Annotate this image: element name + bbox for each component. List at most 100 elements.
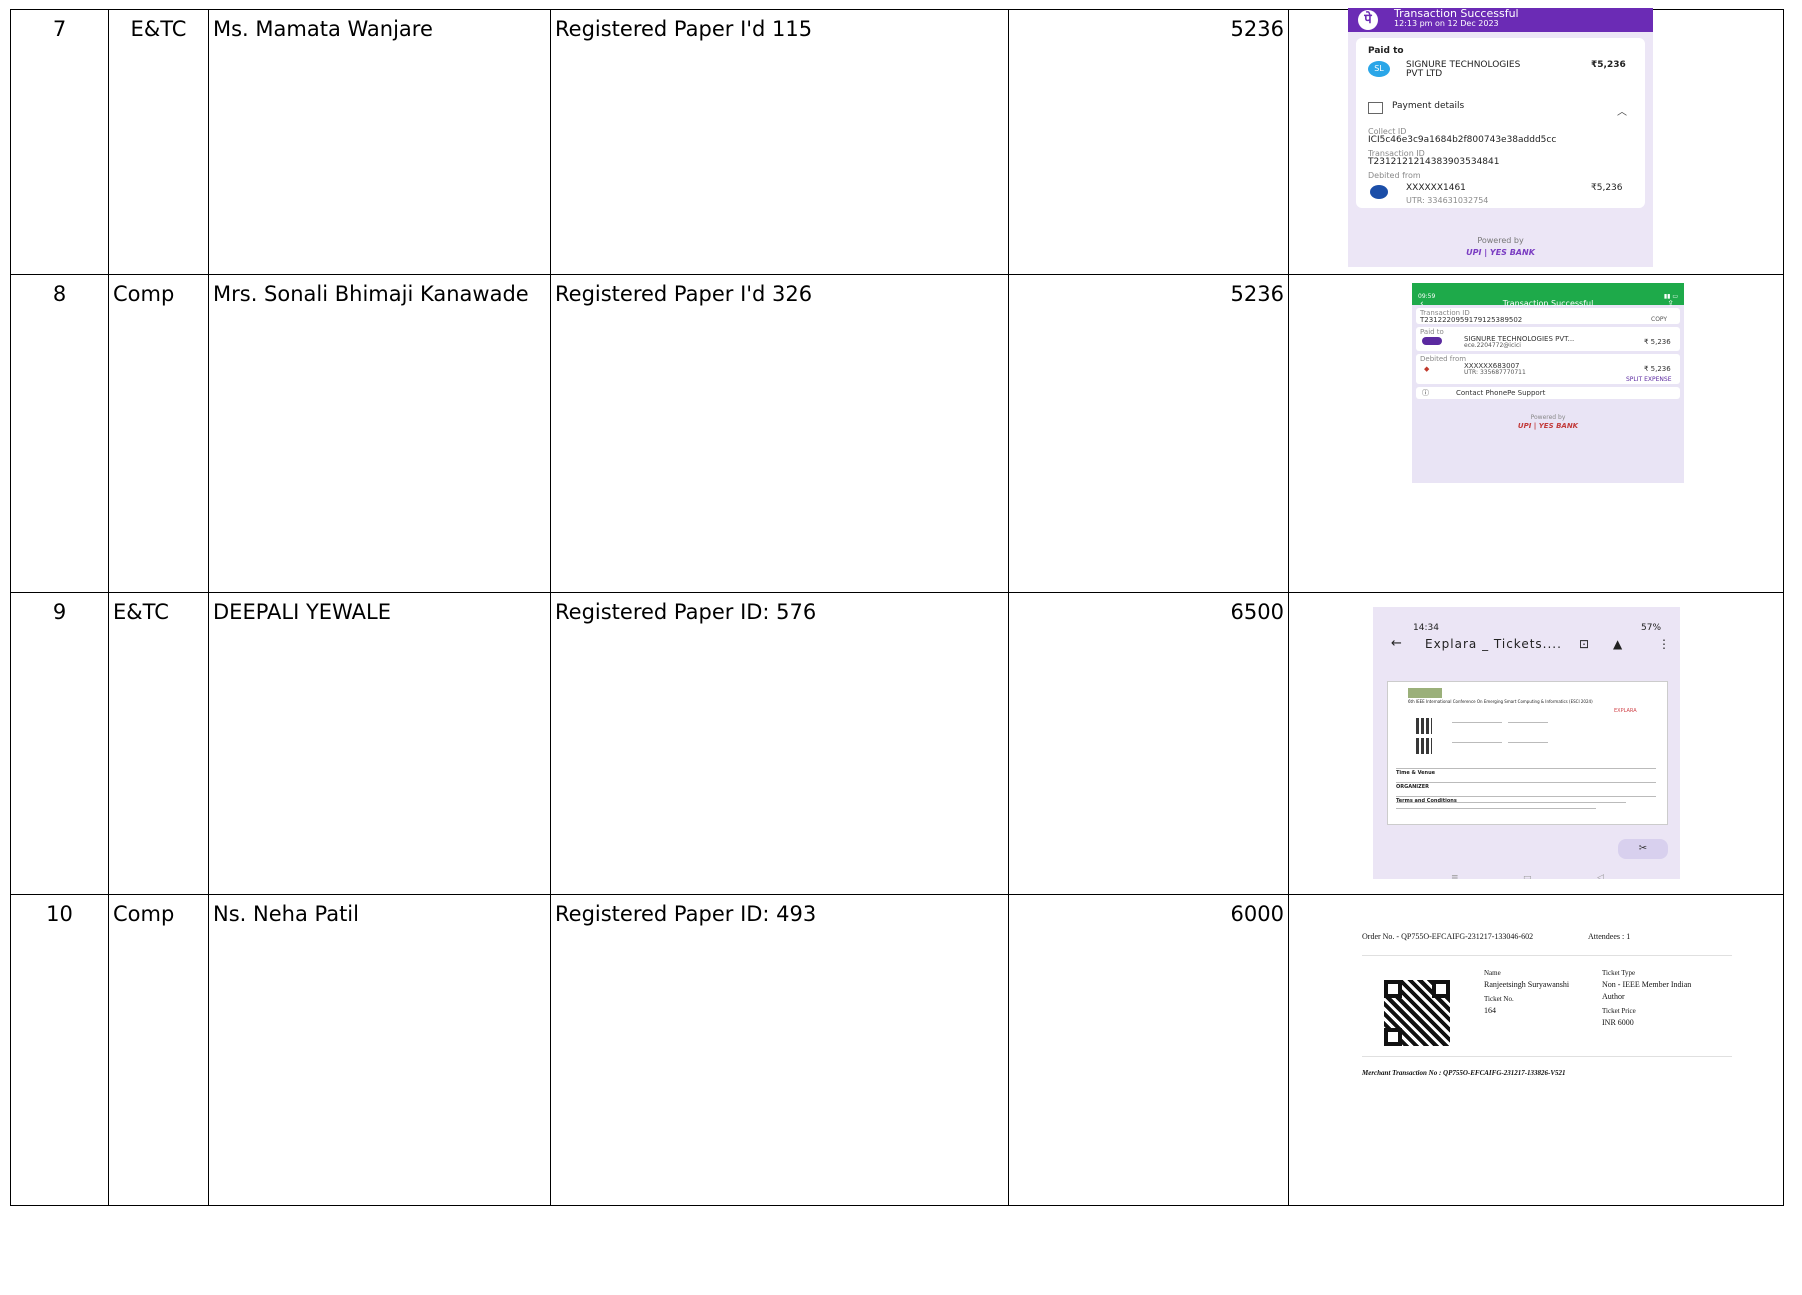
department: E&TC [108, 9, 209, 275]
utr-number: UTR: 335687770711 [1464, 369, 1526, 376]
ticket-line [1508, 722, 1548, 723]
payee-vpa: ece.2204772@icici [1464, 342, 1521, 349]
debited-amount: ₹5,236 [1591, 183, 1623, 193]
ticket-line [1396, 768, 1656, 769]
payee-amount: ₹5,236 [1591, 60, 1626, 70]
debited-from-label: Debited from [1420, 355, 1467, 363]
paid-to-label: Paid to [1420, 328, 1444, 336]
attendees: Attendees : 1 [1588, 932, 1631, 941]
payee-avatar: SL [1368, 61, 1390, 77]
payee-amount: ₹ 5,236 [1644, 338, 1671, 346]
transaction-block: Transaction ID T2312220959179125389502 C… [1416, 308, 1680, 324]
payment-screenshot-cell: पे Transaction Successful 12:13 pm on 12… [1288, 8, 1784, 275]
receipt-header: 09:59 ▮▮ ▭ ‹ Transaction Successful ⇪ [1412, 283, 1684, 309]
amount: 5236 [1008, 274, 1289, 593]
receipt-icon [1368, 102, 1383, 114]
more-icon: ⋮ [1658, 637, 1670, 651]
transaction-id: T2312220959179125389502 [1420, 316, 1523, 324]
amount: 6500 [1008, 592, 1289, 895]
phonepe-receipt: पे Transaction Successful 12:13 pm on 12… [1348, 8, 1653, 267]
paper-id: Registered Paper I'd 326 [550, 274, 1009, 593]
explara-logo: EXPLARA [1614, 708, 1637, 714]
order-receipt: Order No. - QP755O-EFCAIFG-231217-133046… [1362, 932, 1732, 1132]
ticket-line [1396, 796, 1656, 797]
conference-banner-icon [1408, 688, 1442, 698]
qr-code-icon [1416, 738, 1432, 754]
bank-icon [1370, 185, 1388, 199]
qr-code-icon [1384, 980, 1450, 1046]
participant-name: Mrs. Sonali Bhimaji Kanawade [208, 274, 551, 593]
upi-logo: UPI | YES BANK [1466, 248, 1535, 257]
support-link: Contact PhonePe Support [1456, 389, 1546, 397]
ticket-price: INR 6000 [1602, 1018, 1634, 1027]
payment-screenshot-cell: 09:59 ▮▮ ▭ ‹ Transaction Successful ⇪ Tr… [1288, 274, 1784, 593]
ticket-number: 164 [1484, 1006, 1496, 1015]
table-row: 9 E&TC DEEPALI YEWALE Registered Paper I… [10, 592, 1784, 895]
ticket-line [1508, 742, 1548, 743]
conference-title: 6th IEEE International Conference On Eme… [1408, 699, 1593, 704]
attendee-name: Ranjeetsingh Suryawanshi [1484, 980, 1570, 989]
paper-id: Registered Paper ID: 493 [550, 894, 1009, 1206]
phonepe-logo-icon: पे [1358, 10, 1378, 30]
ticket-no-label: Ticket No. [1484, 995, 1514, 1003]
participant-name: Ms. Mamata Wanjare [208, 9, 551, 275]
debited-from-label: Debited from [1368, 171, 1421, 180]
explara-ticket-screenshot: 14:34 57% ← Explara _ Tickets.... ⊡ ▲ ⋮ … [1373, 607, 1680, 879]
order-number: Order No. - QP755O-EFCAIFG-231217-133046… [1362, 932, 1534, 941]
nav-recent-icon: ≡ [1451, 873, 1459, 879]
ticket-line [1396, 808, 1596, 809]
payment-details-label: Payment details [1392, 101, 1465, 111]
account-number: XXXXXX1461 [1406, 183, 1466, 193]
utr-number: UTR: 334631032754 [1406, 196, 1489, 205]
ticket-line [1452, 722, 1502, 723]
upi-logo: UPI | YES BANK [1517, 422, 1579, 430]
back-arrow-icon: ← [1391, 636, 1402, 651]
department: Comp [108, 894, 209, 1206]
screenshot-icon: ⊡ [1579, 637, 1590, 651]
payee-name-2: PVT LTD [1406, 69, 1443, 79]
support-block: ⓘ Contact PhonePe Support [1416, 387, 1680, 399]
ticket-price-label: Ticket Price [1602, 1007, 1636, 1015]
terms-heading: Terms and Conditions [1396, 798, 1457, 804]
drive-icon: ▲ [1613, 637, 1623, 651]
department: Comp [108, 274, 209, 593]
ticket-type-2: Author [1602, 992, 1625, 1001]
help-icon: ⓘ [1422, 389, 1429, 397]
ticket-screenshot-cell: 14:34 57% ← Explara _ Tickets.... ⊡ ▲ ⋮ … [1288, 592, 1784, 895]
amount: 5236 [1008, 9, 1289, 275]
receipt-time: 12:13 pm on 12 Dec 2023 [1394, 19, 1499, 28]
name-label: Name [1484, 969, 1501, 977]
collect-id: ICI5c46e3c9a1684b2f800743e38addd5cc [1368, 135, 1557, 145]
ticket-screenshot-cell: Order No. - QP755O-EFCAIFG-231217-133046… [1288, 894, 1784, 1206]
merchant-transaction: Merchant Transaction No : QP755O-EFCAIFG… [1362, 1069, 1566, 1077]
copy-button: COPY [1651, 316, 1668, 323]
participant-name: Ns. Neha Patil [208, 894, 551, 1206]
debited-block: Debited from ◆ XXXXXX683007 UTR: 3356877… [1416, 354, 1680, 384]
phonepe-receipt-green: 09:59 ▮▮ ▭ ‹ Transaction Successful ⇪ Tr… [1412, 283, 1684, 483]
divider [1362, 1056, 1732, 1057]
divider [1362, 955, 1732, 956]
receipt-header: पे Transaction Successful 12:13 pm on 12… [1348, 8, 1653, 32]
ticket-line [1396, 802, 1626, 803]
ticket-type: Non - IEEE Member Indian [1602, 980, 1692, 989]
nav-back-icon: ◁ [1597, 873, 1604, 879]
paid-to-label: Paid to [1368, 46, 1404, 56]
payee-logo-icon [1422, 337, 1442, 345]
paid-to-block: Paid to SIGNURE TECHNOLOGIES PVT... ece.… [1416, 327, 1680, 351]
serial-number: 9 [10, 592, 109, 895]
paper-id: Registered Paper ID: 576 [550, 592, 1009, 895]
registration-table: 7 E&TC Ms. Mamata Wanjare Registered Pap… [10, 8, 1784, 1206]
serial-number: 7 [10, 9, 109, 275]
table-row: 7 E&TC Ms. Mamata Wanjare Registered Pap… [10, 8, 1784, 275]
debited-amount: ₹ 5,236 [1644, 365, 1671, 373]
split-expense: SPLIT EXPENSE [1626, 376, 1672, 383]
qr-code-icon [1416, 718, 1432, 734]
nav-home-icon: ▭ [1523, 873, 1532, 879]
ticket-document: 6th IEEE International Conference On Eme… [1387, 681, 1668, 825]
receipt-card: Paid to SL SIGNURE TECHNOLOGIES PVT LTD … [1356, 38, 1645, 208]
file-title: Explara _ Tickets.... [1425, 637, 1562, 651]
paper-id: Registered Paper I'd 115 [550, 9, 1009, 275]
bank-icon: ◆ [1424, 365, 1430, 373]
table-row: 8 Comp Mrs. Sonali Bhimaji Kanawade Regi… [10, 274, 1784, 593]
transaction-id: T2312121214383903534841 [1368, 157, 1500, 167]
